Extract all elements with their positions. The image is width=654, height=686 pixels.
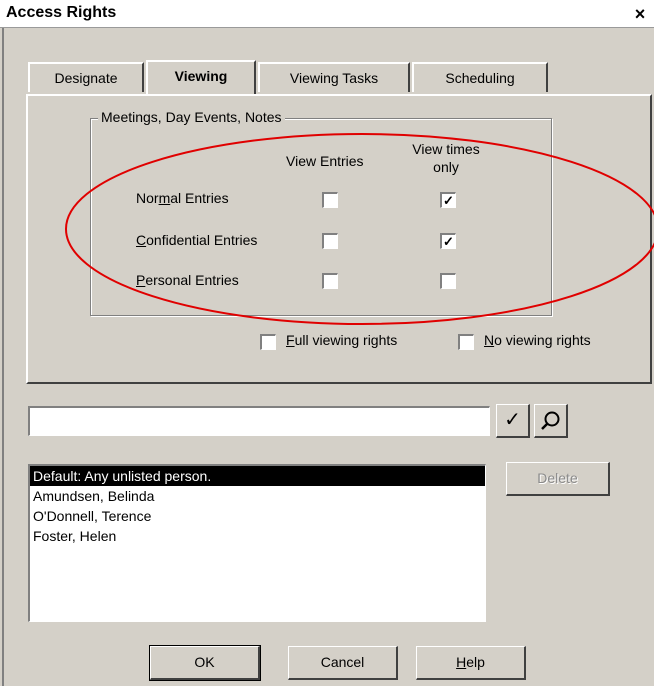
accelerator-key: m xyxy=(158,190,171,206)
accept-button[interactable]: ✓ xyxy=(496,404,530,438)
groupbox-label: Meetings, Day Events, Notes xyxy=(98,109,285,125)
ok-button[interactable]: OK xyxy=(149,645,261,681)
column-header-view-times-line2: only xyxy=(433,159,459,175)
full-viewing-rights-label[interactable]: Full viewing rights xyxy=(286,332,397,348)
window-title: Access Rights xyxy=(6,4,117,21)
person-name-input[interactable] xyxy=(28,406,490,436)
full-viewing-rights-checkbox[interactable] xyxy=(260,334,276,350)
label-part: o viewing rights xyxy=(494,332,591,348)
normal-view-entries-checkbox[interactable] xyxy=(322,192,338,208)
list-item[interactable]: O'Donnell, Terence xyxy=(30,506,485,526)
confidential-view-entries-checkbox[interactable] xyxy=(322,233,338,249)
label-part: ull viewing rights xyxy=(294,332,398,348)
label-part: al Entries xyxy=(170,190,229,206)
column-header-view-times-line1: View times xyxy=(412,141,480,157)
title-bar: Access Rights × xyxy=(0,0,654,28)
personal-view-entries-checkbox[interactable] xyxy=(322,273,338,289)
tab-viewing-tasks[interactable]: Viewing Tasks xyxy=(258,62,410,92)
delete-button[interactable]: Delete xyxy=(506,462,610,496)
column-header-view-times-only: View times only xyxy=(406,140,486,176)
help-button[interactable]: Help xyxy=(416,646,526,680)
accelerator-key: F xyxy=(286,332,295,348)
confidential-view-times-checkbox[interactable]: ✓ xyxy=(440,233,456,249)
no-viewing-rights-label[interactable]: No viewing rights xyxy=(484,332,591,348)
accelerator-key: H xyxy=(456,654,467,670)
accelerator-key: P xyxy=(136,272,146,288)
label-part: onfidential Entries xyxy=(146,232,258,248)
tab-viewing[interactable]: Viewing xyxy=(146,60,256,94)
list-item[interactable]: Foster, Helen xyxy=(30,526,485,546)
list-item[interactable]: Amundsen, Belinda xyxy=(30,486,485,506)
accelerator-key: C xyxy=(136,232,147,248)
label-part: Nor xyxy=(136,190,159,206)
tab-scheduling[interactable]: Scheduling xyxy=(412,62,548,92)
personal-view-times-checkbox[interactable] xyxy=(440,273,456,289)
cancel-button[interactable]: Cancel xyxy=(288,646,398,680)
label-part: ersonal Entries xyxy=(145,272,239,288)
row-label-confidential-entries: Confidential Entries xyxy=(136,232,257,248)
normal-view-times-checkbox[interactable]: ✓ xyxy=(440,192,456,208)
checkmark-icon: ✓ xyxy=(504,409,521,431)
close-button[interactable]: × xyxy=(628,3,652,25)
column-header-view-entries: View Entries xyxy=(286,153,364,169)
people-listbox[interactable]: Default: Any unlisted person. Amundsen, … xyxy=(28,464,486,622)
magnifier-icon xyxy=(540,411,559,430)
label-part: elp xyxy=(466,654,485,670)
accelerator-key: N xyxy=(484,332,495,348)
tab-designate[interactable]: Designate xyxy=(28,62,144,92)
row-label-personal-entries: Personal Entries xyxy=(136,272,239,288)
list-item[interactable]: Default: Any unlisted person. xyxy=(30,466,485,486)
no-viewing-rights-checkbox[interactable] xyxy=(458,334,474,350)
search-button[interactable] xyxy=(534,404,568,438)
row-label-normal-entries: Normal Entries xyxy=(136,190,229,206)
